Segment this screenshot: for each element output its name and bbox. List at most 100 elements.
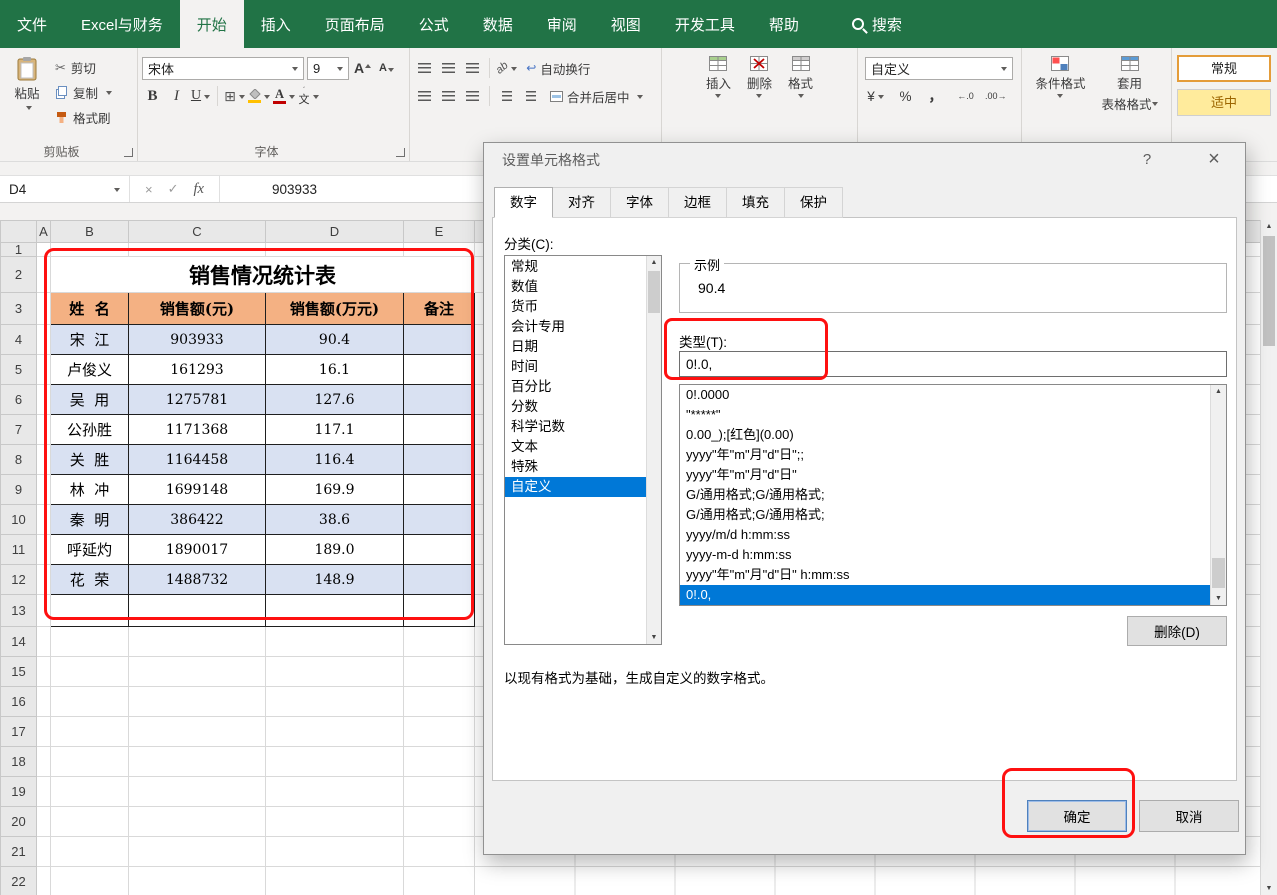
column-header-b[interactable]: B: [50, 220, 129, 243]
increase-indent-button[interactable]: [520, 85, 541, 107]
cell[interactable]: 38.6: [265, 504, 404, 535]
tab-excel-finance[interactable]: Excel与财务: [64, 0, 180, 48]
cell[interactable]: [403, 444, 475, 475]
accounting-format-button[interactable]: ¥: [865, 85, 886, 107]
category-item[interactable]: 会计专用: [505, 317, 646, 337]
cell[interactable]: [403, 324, 475, 355]
dialog-tab-border[interactable]: 边框: [668, 187, 727, 218]
format-item[interactable]: yyyy/m/d h:mm:ss: [680, 525, 1210, 545]
dialog-tab-fill[interactable]: 填充: [726, 187, 785, 218]
underline-button[interactable]: U: [190, 85, 211, 107]
row-header[interactable]: 4: [0, 324, 37, 355]
dialog-tab-protection[interactable]: 保护: [784, 187, 843, 218]
cell[interactable]: [403, 504, 475, 535]
increase-decimal-button[interactable]: ←.0: [955, 85, 976, 107]
cell[interactable]: [128, 656, 266, 687]
cell[interactable]: [36, 474, 51, 505]
tab-home[interactable]: 开始: [179, 0, 244, 48]
scrollbar-thumb[interactable]: [1212, 558, 1225, 588]
dialog-tab-font[interactable]: 字体: [610, 187, 669, 218]
select-all-corner[interactable]: [0, 220, 37, 243]
cell[interactable]: [36, 534, 51, 565]
table-header-cell[interactable]: 姓 名: [50, 292, 129, 325]
search-box[interactable]: 搜索: [838, 0, 916, 48]
sheet-vertical-scrollbar[interactable]: ▲ ▼: [1260, 220, 1277, 895]
row-header[interactable]: 20: [0, 806, 37, 837]
format-item[interactable]: yyyy"年"m"月"d"日";;: [680, 445, 1210, 465]
font-dialog-launcher[interactable]: [396, 148, 405, 157]
cell[interactable]: [50, 626, 129, 657]
insert-function-icon[interactable]: fx: [194, 181, 204, 198]
scrollbar-thumb[interactable]: [1263, 236, 1275, 346]
cell[interactable]: [403, 746, 475, 777]
cell[interactable]: 1171368: [128, 414, 266, 445]
cell[interactable]: [265, 242, 404, 257]
cell-active-d4[interactable]: 90.4: [265, 324, 404, 355]
conditional-formatting-button[interactable]: 条件格式: [1031, 54, 1089, 115]
cell[interactable]: [36, 776, 51, 807]
cell[interactable]: [403, 656, 475, 687]
cancel-entry-icon[interactable]: ×: [145, 182, 153, 197]
tab-page-layout[interactable]: 页面布局: [308, 0, 402, 48]
category-item[interactable]: 日期: [505, 337, 646, 357]
row-header[interactable]: 6: [0, 384, 37, 415]
scrollbar-thumb[interactable]: [648, 271, 660, 313]
cell[interactable]: [36, 444, 51, 475]
cell[interactable]: 公孙胜: [50, 414, 129, 445]
copy-button[interactable]: 复制: [55, 82, 113, 103]
cell[interactable]: 117.1: [265, 414, 404, 445]
dialog-tab-alignment[interactable]: 对齐: [552, 187, 611, 218]
cell[interactable]: 161293: [128, 354, 266, 385]
cell[interactable]: [36, 806, 51, 837]
table-header-cell[interactable]: 销售额(万元): [265, 292, 404, 325]
cell[interactable]: [36, 414, 51, 445]
format-item[interactable]: G/通用格式;G/通用格式;: [680, 505, 1210, 525]
format-item[interactable]: yyyy"年"m"月"d"日" h:mm:ss: [680, 565, 1210, 585]
format-painter-button[interactable]: 格式刷: [55, 107, 112, 128]
format-scrollbar[interactable]: ▲ ▼: [1210, 385, 1226, 605]
row-header[interactable]: 8: [0, 444, 37, 475]
cell[interactable]: [128, 242, 266, 257]
font-name-select[interactable]: 宋体: [142, 56, 304, 80]
font-size-select[interactable]: 9: [307, 56, 349, 80]
cell[interactable]: [265, 716, 404, 747]
tab-formulas[interactable]: 公式: [402, 0, 466, 48]
align-center-button[interactable]: [438, 85, 459, 107]
cell[interactable]: [403, 716, 475, 747]
cell-style-normal[interactable]: 常规: [1177, 55, 1271, 82]
cancel-button[interactable]: 取消: [1139, 800, 1239, 832]
scroll-up-icon[interactable]: ▲: [1261, 223, 1277, 230]
cell[interactable]: [36, 504, 51, 535]
align-right-button[interactable]: [462, 85, 483, 107]
cell[interactable]: [128, 594, 266, 627]
decrease-indent-button[interactable]: [496, 85, 517, 107]
cell[interactable]: [50, 686, 129, 717]
cell[interactable]: 吴 用: [50, 384, 129, 415]
format-item[interactable]: yyyy-m-d h:mm:ss: [680, 545, 1210, 565]
cell[interactable]: [128, 746, 266, 777]
fill-color-button[interactable]: [248, 85, 270, 107]
cell[interactable]: [128, 686, 266, 717]
cell[interactable]: [50, 776, 129, 807]
row-header[interactable]: 12: [0, 564, 37, 595]
row-header[interactable]: 1: [0, 242, 37, 257]
cell[interactable]: [36, 626, 51, 657]
row-header[interactable]: 13: [0, 594, 37, 627]
cell[interactable]: [403, 242, 475, 257]
cell[interactable]: [36, 594, 51, 627]
paste-button[interactable]: 粘贴: [4, 54, 50, 128]
column-header-a[interactable]: A: [36, 220, 51, 243]
cell[interactable]: [403, 534, 475, 565]
percent-style-button[interactable]: %: [895, 85, 916, 107]
category-item[interactable]: 常规: [505, 257, 646, 277]
format-item[interactable]: 0.00_);[红色](0.00): [680, 425, 1210, 445]
cell[interactable]: [128, 806, 266, 837]
table-header-cell[interactable]: 备注: [403, 292, 475, 325]
cell[interactable]: [403, 776, 475, 807]
row-header[interactable]: 17: [0, 716, 37, 747]
cell[interactable]: [265, 806, 404, 837]
format-cells-button[interactable]: 格式: [784, 54, 817, 103]
cell[interactable]: [265, 686, 404, 717]
cell[interactable]: [50, 866, 129, 895]
format-item[interactable]: "*****": [680, 405, 1210, 425]
